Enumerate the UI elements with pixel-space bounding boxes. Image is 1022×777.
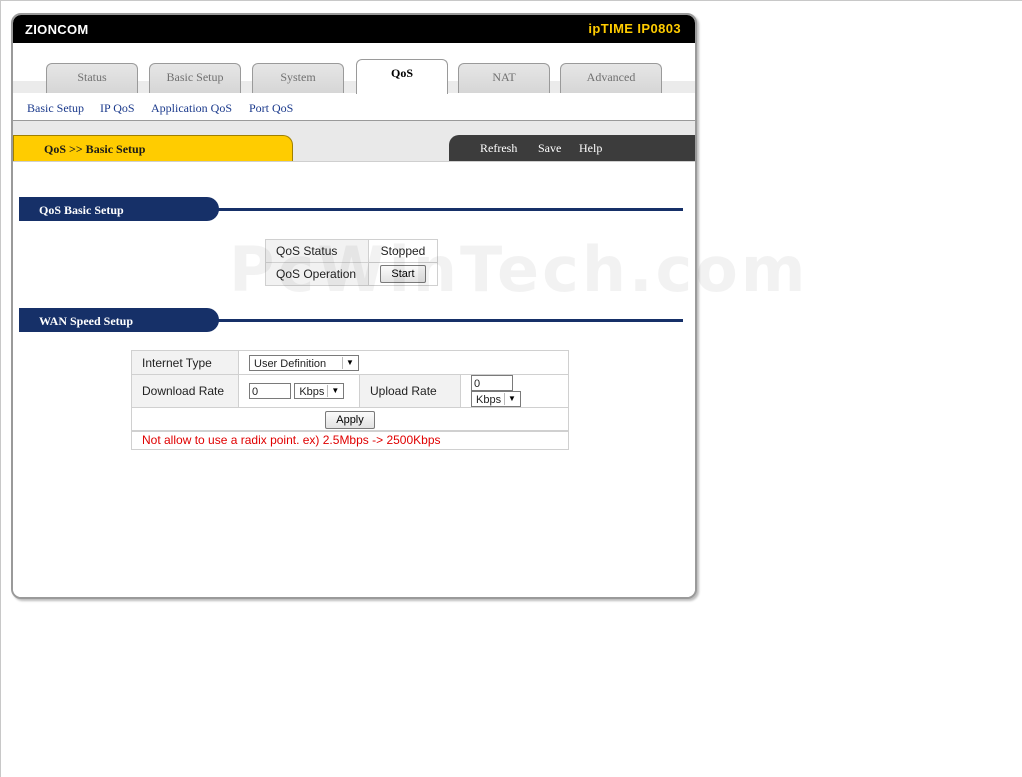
- upload-rate-input[interactable]: 0: [471, 375, 513, 391]
- model-name: ipTIME IP0803: [588, 21, 681, 36]
- subnav-basic-setup[interactable]: Basic Setup: [27, 101, 84, 116]
- action-bar: Refresh Save Help: [449, 135, 695, 161]
- internet-type-select[interactable]: User Definition ▼: [249, 354, 359, 371]
- save-button[interactable]: Save: [538, 141, 561, 156]
- breadcrumb: QoS >> Basic Setup: [44, 142, 146, 156]
- header-bar: ZIONCOM ipTIME IP0803: [13, 15, 695, 43]
- section-wan-speed-setup: WAN Speed Setup: [19, 308, 683, 332]
- download-rate-label: Download Rate: [131, 374, 239, 408]
- internet-type-label: Internet Type: [131, 350, 239, 375]
- radix-point-warning: Not allow to use a radix point. ex) 2.5M…: [131, 430, 569, 450]
- content-area: QoS Basic Setup QoS Status Stopped QoS O…: [13, 161, 695, 597]
- download-unit-select[interactable]: Kbps ▼: [294, 383, 345, 399]
- section-qos-basic-setup: QoS Basic Setup: [19, 197, 683, 221]
- tab-basic-setup[interactable]: Basic Setup: [149, 63, 241, 93]
- qos-status-table: QoS Status Stopped QoS Operation Start: [265, 239, 438, 286]
- sub-navigation: Basic Setup IP QoS Application QoS Port …: [13, 93, 695, 121]
- upload-rate-label: Upload Rate: [359, 374, 461, 408]
- tab-system[interactable]: System: [252, 63, 344, 93]
- tab-status[interactable]: Status: [46, 63, 138, 93]
- section-title: WAN Speed Setup: [39, 314, 134, 328]
- apply-button[interactable]: Apply: [325, 410, 375, 429]
- help-button[interactable]: Help: [579, 141, 602, 156]
- tab-qos[interactable]: QoS: [356, 59, 448, 94]
- qos-operation-label: QoS Operation: [265, 262, 369, 286]
- qos-status-label: QoS Status: [265, 239, 369, 263]
- chevron-down-icon: ▼: [342, 356, 357, 369]
- chevron-down-icon: ▼: [327, 385, 342, 397]
- subnav-port-qos[interactable]: Port QoS: [249, 101, 293, 116]
- tab-advanced[interactable]: Advanced: [560, 63, 662, 93]
- refresh-button[interactable]: Refresh: [480, 141, 517, 156]
- subnav-application-qos[interactable]: Application QoS: [151, 101, 232, 116]
- qos-status-value: Stopped: [368, 239, 438, 263]
- breadcrumb-tab: QoS >> Basic Setup: [13, 135, 293, 161]
- tab-nat[interactable]: NAT: [458, 63, 550, 93]
- router-admin-panel: ZIONCOM ipTIME IP0803 Status Basic Setup…: [11, 13, 697, 599]
- wan-speed-table: Internet Type User Definition ▼ Download…: [131, 350, 569, 432]
- main-tabs: Status Basic Setup System QoS NAT Advanc…: [13, 43, 695, 94]
- start-button[interactable]: Start: [380, 265, 426, 283]
- section-title: QoS Basic Setup: [39, 203, 124, 217]
- chevron-down-icon: ▼: [504, 393, 519, 405]
- brand-logo: ZIONCOM: [25, 22, 89, 37]
- upload-unit-select[interactable]: Kbps ▼: [471, 391, 521, 407]
- download-rate-input[interactable]: 0: [249, 383, 291, 399]
- subnav-ip-qos[interactable]: IP QoS: [100, 101, 135, 116]
